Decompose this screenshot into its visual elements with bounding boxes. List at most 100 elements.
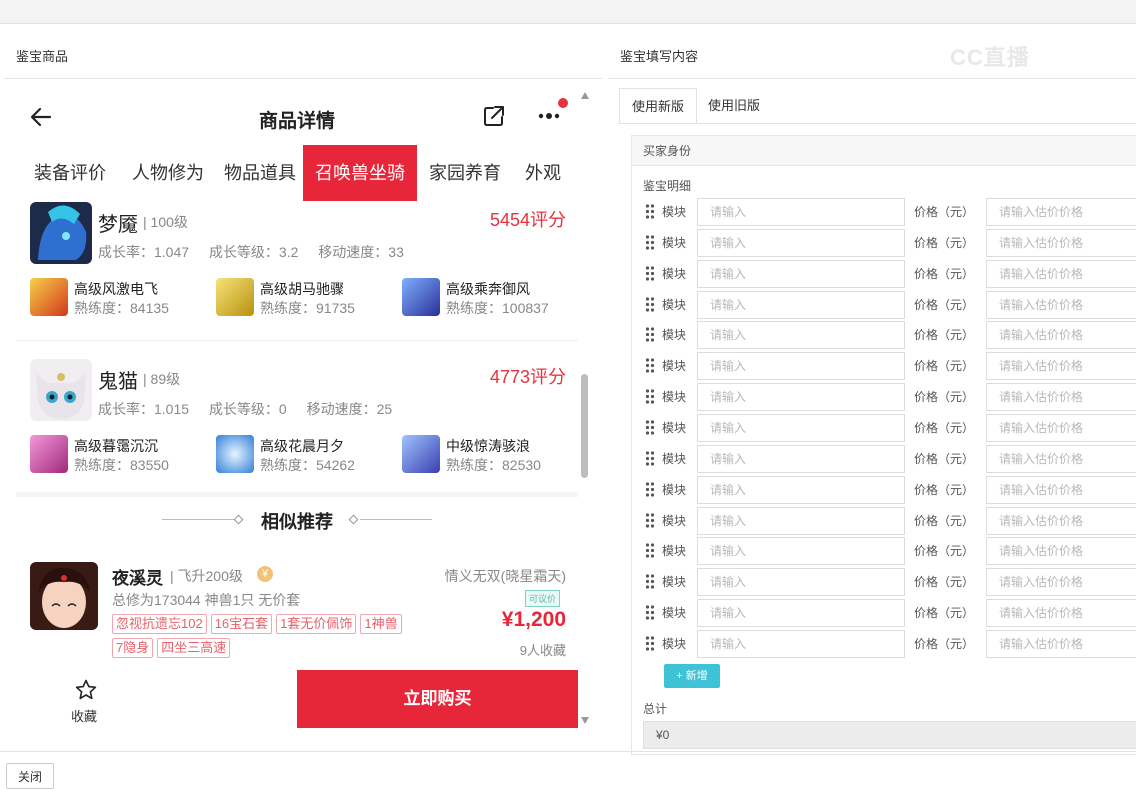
drag-handle-icon[interactable] (645, 204, 655, 219)
drag-handle-icon[interactable] (645, 482, 655, 497)
tab-items[interactable]: 物品道具 (216, 145, 304, 201)
skill-item: 高级胡马驰骤 熟练度：91735 (216, 278, 396, 318)
price-input[interactable] (986, 259, 1136, 288)
module-label: 模块 (662, 544, 687, 559)
module-input[interactable] (697, 444, 905, 473)
more-icon[interactable] (536, 104, 564, 128)
star-icon[interactable] (74, 678, 98, 702)
drag-handle-icon[interactable] (645, 358, 655, 373)
tab-new-version[interactable]: 使用新版 (619, 88, 698, 124)
price-input[interactable] (986, 228, 1136, 257)
pet-name: 鬼猫 (98, 371, 138, 393)
module-input[interactable] (697, 259, 905, 288)
price-label: 价格（元） (914, 636, 975, 651)
pet-name: 梦魇 (98, 214, 138, 236)
recommend-card[interactable]: 夜溪灵 | 飞升200级 ¥ 情义无双(晓星霜天) 总修为173044 神兽1只… (16, 560, 578, 670)
module-input[interactable] (697, 321, 905, 350)
skill-proficiency: 熟练度：91735 (260, 300, 355, 316)
module-input[interactable] (697, 599, 905, 628)
drag-handle-icon[interactable] (645, 512, 655, 528)
drag-handle-icon[interactable] (645, 235, 655, 250)
price-input[interactable] (986, 537, 1136, 566)
price-input[interactable] (986, 568, 1136, 597)
tag: 1神兽 (360, 614, 402, 634)
tab-cultivation[interactable]: 人物修为 (120, 145, 216, 201)
scrollbar[interactable] (580, 92, 590, 724)
drag-handle-icon[interactable] (645, 296, 655, 312)
module-input[interactable] (697, 290, 905, 319)
module-input[interactable] (697, 537, 905, 566)
module-input[interactable] (697, 475, 905, 504)
module-input[interactable] (697, 413, 905, 442)
price-input[interactable] (986, 383, 1136, 412)
character-avatar (30, 562, 98, 630)
price-input[interactable] (986, 413, 1136, 442)
row-divider (16, 340, 578, 341)
price-input[interactable] (986, 629, 1136, 658)
share-icon[interactable] (482, 104, 506, 128)
scroll-down-arrow-icon[interactable] (581, 717, 589, 724)
module-input[interactable] (697, 629, 905, 658)
growth-level: 成长等级：3.2 (208, 244, 299, 260)
buy-now-button[interactable]: 立即购买 (297, 670, 578, 728)
buyer-identity-row[interactable] (632, 136, 1136, 166)
price-input[interactable] (986, 290, 1136, 319)
price-label: 价格（元） (914, 451, 975, 466)
right-panel-title: 鉴宝填写内容 (620, 49, 699, 64)
price-label: 价格（元） (914, 420, 975, 435)
negotiable-badge: 可议价 (524, 590, 560, 607)
appraisal-row: 模块 价格（元） (643, 599, 1136, 628)
server-name: 情义无双(晓星霜天) (444, 568, 566, 584)
price-label: 价格（元） (914, 482, 975, 497)
tab-old-version[interactable]: 使用旧版 (696, 88, 772, 124)
drag-handle-icon[interactable] (645, 605, 655, 620)
tag: 忽视抗遗忘102 (112, 614, 207, 634)
tab-pets-mounts[interactable]: 召唤兽坐骑 (303, 145, 417, 201)
scroll-thumb[interactable] (581, 374, 588, 478)
favorite-label[interactable]: 收藏 (71, 706, 97, 725)
drag-handle-icon[interactable] (645, 451, 655, 466)
tab-home[interactable]: 家园养育 (417, 145, 513, 201)
tab-appearance[interactable]: 外观 (513, 145, 573, 201)
drag-handle-icon[interactable] (645, 543, 655, 558)
skill-item: 高级风激电飞 熟练度：84135 (30, 278, 210, 318)
price-input[interactable] (986, 198, 1136, 226)
pet-card[interactable]: 梦魇 | 100级 5454评分 成长率：1.047 成长等级：3.2 移动速度… (16, 202, 578, 332)
close-button[interactable]: 关闭 (6, 763, 54, 789)
module-input[interactable] (697, 352, 905, 381)
tab-equipment[interactable]: 装备评价 (20, 145, 120, 201)
module-input[interactable] (697, 198, 905, 226)
price-label: 价格（元） (914, 544, 975, 559)
growth-level: 成长等级：0 (208, 401, 287, 417)
pet-card[interactable]: 鬼猫 | 89级 4773评分 成长率：1.015 成长等级：0 移动速度：25… (16, 359, 578, 489)
price-input[interactable] (986, 352, 1136, 381)
module-input[interactable] (697, 506, 905, 535)
module-label: 模块 (662, 359, 687, 374)
drag-handle-icon[interactable] (645, 420, 655, 435)
module-label: 模块 (662, 205, 687, 219)
growth-rate: 成长率：1.015 (98, 401, 190, 417)
price-label: 价格（元） (914, 513, 975, 528)
drag-handle-icon[interactable] (645, 636, 655, 651)
drag-handle-icon[interactable] (645, 266, 655, 281)
price-input[interactable] (986, 475, 1136, 504)
appraisal-row: 模块 价格（元） (643, 413, 1136, 442)
price-label: 价格（元） (914, 328, 975, 343)
move-speed: 移动速度：33 (318, 244, 404, 260)
drag-handle-icon[interactable] (645, 574, 655, 589)
scroll-up-arrow-icon[interactable] (581, 92, 589, 99)
tab-underline (618, 123, 1136, 124)
price-input[interactable] (986, 599, 1136, 628)
drag-handle-icon[interactable] (645, 389, 655, 404)
drag-handle-icon[interactable] (645, 327, 655, 342)
price-input[interactable] (986, 506, 1136, 535)
price-input[interactable] (986, 321, 1136, 350)
module-input[interactable] (697, 228, 905, 257)
module-input[interactable] (697, 568, 905, 597)
appraisal-row: 模块 价格（元） (643, 352, 1136, 381)
module-input[interactable] (697, 383, 905, 412)
pet-avatar (30, 202, 92, 264)
tag: 四坐三高速 (157, 638, 231, 658)
price-input[interactable] (986, 444, 1136, 473)
add-row-button[interactable]: + 新增 (664, 664, 720, 688)
